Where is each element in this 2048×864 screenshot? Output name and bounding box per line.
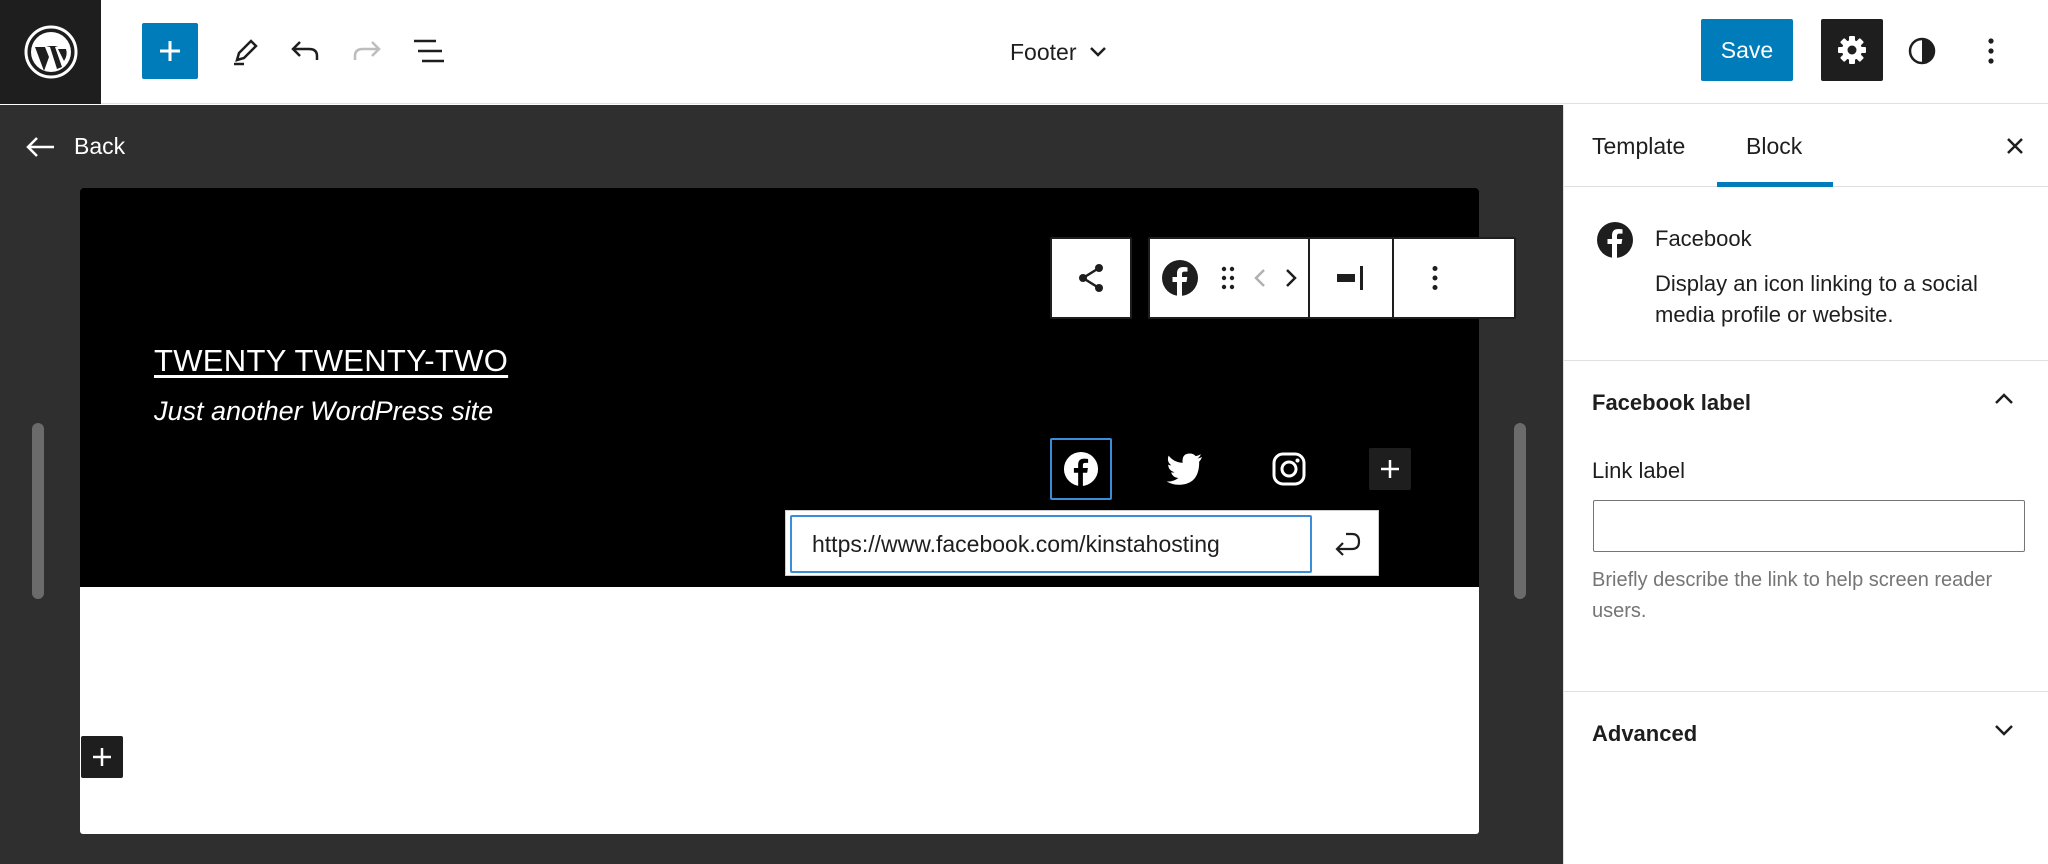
link-label-input[interactable] bbox=[1593, 500, 2025, 552]
plus-icon bbox=[1381, 460, 1399, 478]
tab-template[interactable]: Template bbox=[1592, 105, 1685, 187]
sidebar-tabs: Template Block bbox=[1564, 105, 2048, 187]
close-icon bbox=[2007, 138, 2023, 154]
panel-divider bbox=[1564, 691, 2048, 692]
twitter-icon bbox=[1166, 453, 1202, 485]
block-card-icon bbox=[1596, 221, 1634, 259]
keyboard-return-icon bbox=[1335, 532, 1361, 556]
select-parent-toolbar bbox=[1050, 237, 1132, 319]
more-vertical-icon bbox=[1988, 38, 1994, 64]
document-title: Footer bbox=[1010, 38, 1077, 65]
active-tab-indicator bbox=[1717, 182, 1833, 187]
panel-title: Facebook label bbox=[1592, 390, 1751, 415]
chevron-left-icon bbox=[1254, 269, 1265, 287]
apply-url-button[interactable] bbox=[1316, 511, 1380, 575]
undo-button[interactable] bbox=[282, 28, 328, 74]
left-resize-handle[interactable] bbox=[32, 423, 44, 599]
social-link-instagram[interactable] bbox=[1258, 438, 1320, 500]
instagram-icon bbox=[1272, 452, 1306, 486]
social-link-twitter[interactable] bbox=[1154, 438, 1216, 500]
arrow-left-icon bbox=[26, 136, 54, 157]
add-block-button[interactable] bbox=[142, 23, 198, 79]
add-social-icon-button[interactable] bbox=[1369, 448, 1411, 490]
chevron-down-icon bbox=[1090, 47, 1107, 57]
settings-button[interactable] bbox=[1821, 19, 1883, 81]
url-input[interactable] bbox=[790, 515, 1312, 573]
footer-group-block[interactable]: TWENTY TWENTY-TWO Just another WordPress… bbox=[80, 188, 1516, 587]
gear-icon bbox=[1838, 36, 1866, 64]
editor-header: Footer Save bbox=[0, 0, 2048, 104]
select-parent-button[interactable] bbox=[1052, 239, 1130, 317]
chevron-up-icon bbox=[1995, 393, 2013, 404]
wordpress-logo-button[interactable] bbox=[0, 0, 101, 104]
back-label: Back bbox=[74, 133, 126, 159]
options-menu-button[interactable] bbox=[1968, 28, 2014, 74]
plus-icon bbox=[93, 748, 111, 766]
template-part-frame: TWENTY TWENTY-TWO Just another WordPress… bbox=[80, 188, 1516, 834]
redo-button[interactable] bbox=[344, 28, 390, 74]
facebook-icon bbox=[1162, 260, 1198, 296]
drag-handle-icon bbox=[1221, 266, 1235, 290]
justify-right-icon bbox=[1337, 266, 1363, 290]
editor-canvas-area: Back TWENTY TWENTY-TWO Just another Word… bbox=[0, 105, 1563, 864]
block-inserter-button[interactable] bbox=[81, 736, 123, 778]
url-popover bbox=[785, 510, 1379, 576]
undo-icon bbox=[291, 41, 319, 60]
save-button[interactable]: Save bbox=[1701, 19, 1793, 81]
advanced-panel-toggle[interactable]: Advanced bbox=[1564, 693, 2048, 775]
facebook-icon bbox=[1597, 222, 1633, 258]
block-card-title: Facebook bbox=[1655, 226, 1752, 251]
facebook-icon bbox=[1063, 451, 1099, 487]
facebook-label-panel-toggle[interactable]: Facebook label bbox=[1564, 362, 2048, 444]
chevron-down-icon bbox=[1995, 725, 2013, 736]
document-title-dropdown[interactable]: Footer bbox=[1010, 30, 1108, 74]
share-icon bbox=[1079, 264, 1103, 292]
wordpress-logo-icon bbox=[24, 25, 77, 79]
pencil-icon bbox=[234, 39, 258, 66]
block-toolbar bbox=[1148, 237, 1516, 319]
site-title[interactable]: TWENTY TWENTY-TWO bbox=[154, 343, 508, 379]
redo-icon bbox=[353, 41, 381, 60]
move-right-button[interactable] bbox=[1274, 239, 1308, 317]
tools-button[interactable] bbox=[222, 28, 268, 74]
link-label-field-label: Link label bbox=[1592, 458, 1685, 483]
justify-button[interactable] bbox=[1310, 239, 1392, 317]
chevron-right-icon bbox=[1286, 269, 1297, 287]
settings-sidebar: Template Block Facebook Display an icon … bbox=[1563, 105, 2048, 864]
drag-handle[interactable] bbox=[1210, 239, 1246, 317]
right-resize-handle[interactable] bbox=[1514, 423, 1526, 599]
list-view-button[interactable] bbox=[406, 28, 452, 74]
close-sidebar-button[interactable] bbox=[1996, 127, 2034, 165]
block-type-button[interactable] bbox=[1150, 239, 1210, 317]
contrast-icon bbox=[1908, 37, 1936, 65]
styles-button[interactable] bbox=[1899, 28, 1945, 74]
block-card-description: Display an icon linking to a social medi… bbox=[1655, 271, 1978, 327]
tab-block[interactable]: Block bbox=[1746, 105, 1802, 187]
plus-icon bbox=[160, 41, 180, 61]
list-view-icon bbox=[414, 39, 444, 63]
move-left-button[interactable] bbox=[1246, 239, 1274, 317]
social-link-facebook[interactable] bbox=[1050, 438, 1112, 500]
more-vertical-icon bbox=[1432, 266, 1438, 290]
site-tagline[interactable]: Just another WordPress site bbox=[154, 396, 493, 427]
link-label-help-text: Briefly describe the link to help screen… bbox=[1592, 569, 1993, 622]
block-card: Facebook Display an icon linking to a so… bbox=[1564, 188, 2048, 361]
back-button[interactable]: Back bbox=[26, 133, 125, 160]
panel-title: Advanced bbox=[1592, 721, 1698, 746]
block-options-button[interactable] bbox=[1394, 239, 1476, 317]
